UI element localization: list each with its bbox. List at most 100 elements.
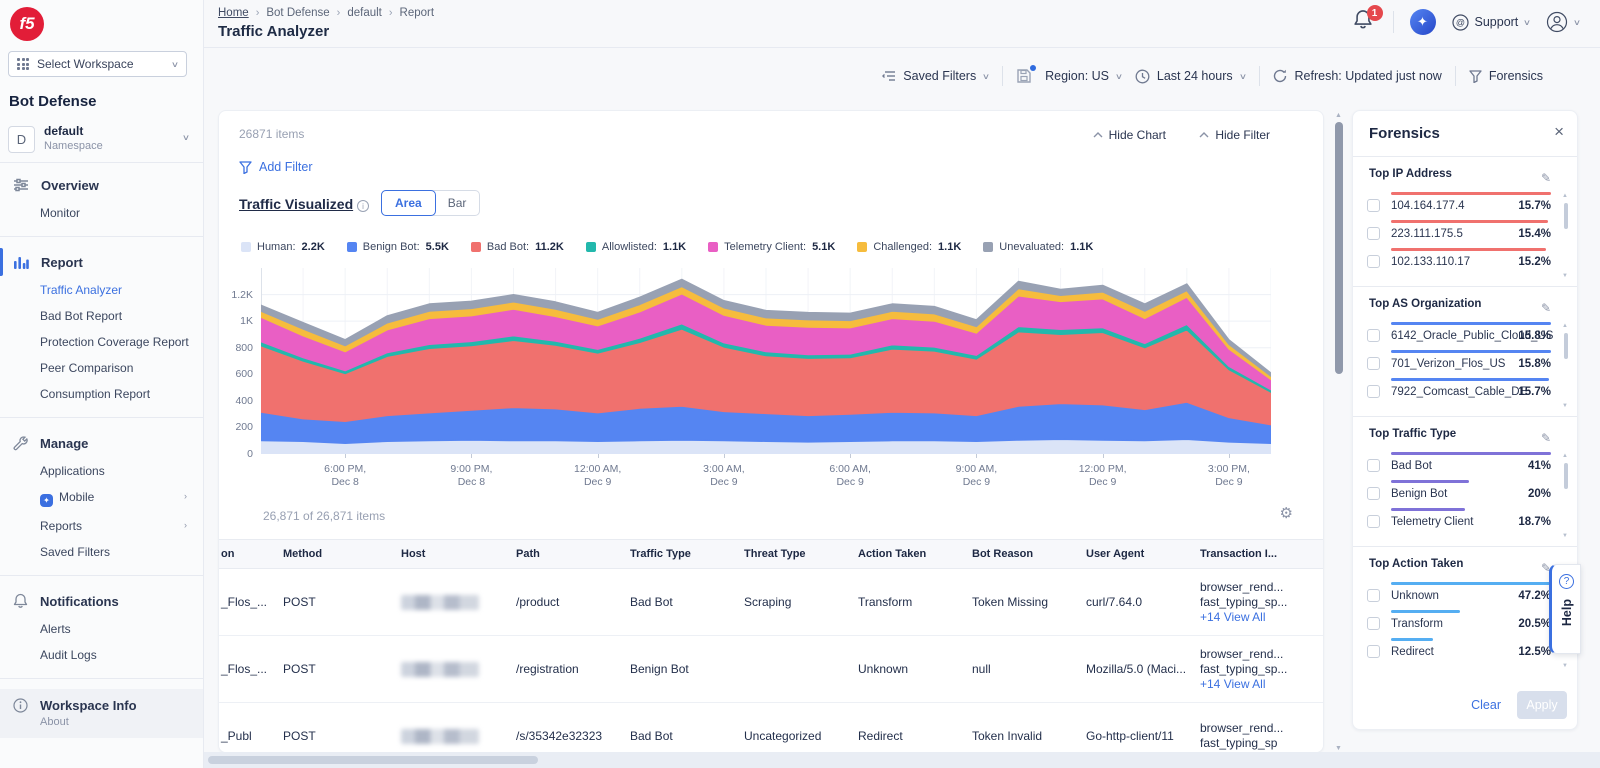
scroll-up-arrow[interactable]: ▲ [1562, 323, 1568, 329]
col-bot-reason[interactable]: Bot Reason [960, 540, 1074, 568]
scroll-up-arrow[interactable]: ▲ [1335, 112, 1342, 119]
save-filter-button[interactable] [1016, 65, 1037, 84]
sidebar-item-notifications[interactable]: Notifications [0, 586, 203, 616]
breadcrumb-home[interactable]: Home [218, 7, 249, 19]
breadcrumb-default[interactable]: default [347, 7, 382, 19]
sidebar-item-mobile[interactable]: ✦ Mobile › [0, 484, 203, 513]
section-scrollbar[interactable]: ▲▼ [1562, 453, 1570, 539]
checkbox[interactable] [1367, 255, 1380, 268]
forensics-item[interactable]: Redirect 12.5% [1353, 637, 1577, 665]
ai-assistant-button[interactable]: ✦ [1409, 9, 1436, 35]
apply-button[interactable]: Apply [1517, 691, 1567, 719]
forensics-item[interactable]: Benign Bot 20% [1353, 479, 1577, 507]
notifications-bell-button[interactable]: 1 [1353, 5, 1383, 35]
breadcrumb-bot-defense[interactable]: Bot Defense [266, 7, 329, 19]
sidebar-item-monitor[interactable]: Monitor [0, 200, 203, 226]
col-threat-type[interactable]: Threat Type [732, 540, 846, 568]
sidebar-item-reports[interactable]: Reports › [0, 513, 203, 539]
forensics-toggle-button[interactable]: Forensics [1469, 69, 1543, 83]
forensics-item[interactable]: 701_Verizon_Flos_US 15.8% [1353, 349, 1577, 377]
sidebar-item-workspace-info[interactable]: Workspace Info About [0, 689, 203, 738]
sidebar-item-saved-filters[interactable]: Saved Filters [0, 539, 203, 565]
scrollbar-thumb[interactable] [1564, 463, 1568, 489]
sidebar-item-consumption-report[interactable]: Consumption Report [0, 381, 203, 407]
view-all-link[interactable]: +14 View All [1200, 610, 1266, 625]
sidebar-item-alerts[interactable]: Alerts [0, 616, 203, 642]
scroll-up-arrow[interactable]: ▲ [1562, 193, 1568, 199]
checkbox[interactable] [1367, 199, 1380, 212]
scroll-up-arrow[interactable]: ▲ [1562, 453, 1568, 459]
col-user-agent[interactable]: User Agent [1074, 540, 1188, 568]
checkbox[interactable] [1367, 515, 1380, 528]
view-all-link[interactable]: +14 View All [1200, 677, 1266, 692]
scroll-down-arrow[interactable]: ▼ [1562, 533, 1568, 539]
forensics-item[interactable]: 104.164.177.4 15.7% [1353, 191, 1577, 219]
sidebar-item-traffic-analyzer[interactable]: Traffic Analyzer [0, 277, 203, 303]
forensics-item[interactable]: 7922_Comcast_Cable_DE 15.7% [1353, 377, 1577, 405]
sidebar-item-manage[interactable]: Manage [0, 428, 203, 458]
scrollbar-thumb[interactable] [1564, 333, 1568, 359]
sidebar-item-protection-coverage-report[interactable]: Protection Coverage Report [0, 329, 203, 355]
refresh-button[interactable]: Refresh: Updated just now [1273, 69, 1442, 83]
breadcrumb-report[interactable]: Report [400, 7, 435, 19]
forensics-item[interactable]: Bad Bot 41% [1353, 451, 1577, 479]
sidebar-item-applications[interactable]: Applications [0, 458, 203, 484]
scroll-down-arrow[interactable]: ▼ [1335, 745, 1342, 752]
col-host[interactable]: Host [389, 540, 504, 568]
scroll-down-arrow[interactable]: ▼ [1562, 403, 1568, 409]
col-path[interactable]: Path [504, 540, 618, 568]
clear-button[interactable]: Clear [1471, 698, 1501, 712]
edit-pencil-icon[interactable]: ✎ [1541, 301, 1551, 315]
checkbox[interactable] [1367, 589, 1380, 602]
sidebar-item-report[interactable]: Report [0, 247, 203, 277]
edit-pencil-icon[interactable]: ✎ [1541, 431, 1551, 445]
checkbox[interactable] [1367, 487, 1380, 500]
scroll-down-arrow[interactable]: ▼ [1562, 663, 1568, 669]
horizontal-scrollbar[interactable] [204, 752, 1600, 768]
time-range-dropdown[interactable]: Last 24 hours ∨ [1135, 69, 1247, 84]
table-settings-gear-icon[interactable]: ⚙ [1280, 504, 1293, 522]
table-row[interactable]: _Flos_... POST /product Bad Bot Scraping… [219, 569, 1323, 636]
stacked-area-chart[interactable]: 0 200 400 600 800 1K 1.2K 6:00 PM, Dec 8 9:00 PM,… [219, 111, 1323, 511]
account-menu[interactable]: ∨ [1546, 11, 1581, 33]
scrollbar-thumb[interactable] [1564, 203, 1568, 229]
close-icon[interactable]: × [1554, 122, 1564, 142]
forensics-item[interactable]: 102.133.110.17 15.2% [1353, 247, 1577, 275]
checkbox[interactable] [1367, 459, 1380, 472]
section-scrollbar[interactable]: ▲▼ [1562, 193, 1570, 279]
workspace-info-about[interactable]: About [0, 713, 203, 728]
sidebar-item-peer-comparison[interactable]: Peer Comparison [0, 355, 203, 381]
workspace-selector[interactable]: Select Workspace ∨ [8, 51, 187, 77]
col-transaction[interactable]: Transaction I... [1188, 540, 1323, 568]
col-organization-partial[interactable]: on [219, 540, 271, 568]
sidebar-item-overview[interactable]: Overview [0, 170, 203, 200]
sidebar-item-bad-bot-report[interactable]: Bad Bot Report [0, 303, 203, 329]
saved-filters-dropdown[interactable]: Saved Filters ∨ [882, 69, 990, 83]
checkbox[interactable] [1367, 617, 1380, 630]
sidebar-item-audit-logs[interactable]: Audit Logs [0, 642, 203, 668]
section-scrollbar[interactable]: ▲▼ [1562, 323, 1570, 409]
checkbox[interactable] [1367, 357, 1380, 370]
help-tab[interactable]: ? Help [1549, 564, 1581, 654]
forensics-item[interactable]: 6142_Oracle_Public_Cloud_US 15.8% [1353, 321, 1577, 349]
col-traffic-type[interactable]: Traffic Type [618, 540, 732, 568]
forensics-item[interactable]: Transform 20.5% [1353, 609, 1577, 637]
forensics-item[interactable]: 223.111.175.5 15.4% [1353, 219, 1577, 247]
scroll-down-arrow[interactable]: ▼ [1562, 273, 1568, 279]
checkbox[interactable] [1367, 227, 1380, 240]
forensics-item[interactable]: Unknown 47.2% [1353, 581, 1577, 609]
region-dropdown[interactable]: Region: US ∨ [1045, 69, 1123, 83]
checkbox[interactable] [1367, 329, 1380, 342]
edit-pencil-icon[interactable]: ✎ [1541, 171, 1551, 185]
table-row[interactable]: _Flos_... POST /registration Benign Bot … [219, 636, 1323, 703]
namespace-selector[interactable]: D default Namespace ∨ [0, 117, 203, 163]
forensics-item[interactable]: Telemetry Client 18.7% [1353, 507, 1577, 535]
table-row[interactable]: _Publ POST /s/35342e32323 Bad Bot Uncate… [219, 703, 1323, 752]
scrollbar-thumb[interactable] [1335, 122, 1343, 374]
vertical-scrollbar[interactable]: ▲ ▼ [1334, 112, 1344, 752]
col-method[interactable]: Method [271, 540, 389, 568]
support-menu[interactable]: @ Support ∨ [1451, 13, 1531, 31]
checkbox[interactable] [1367, 385, 1380, 398]
col-action-taken[interactable]: Action Taken [846, 540, 960, 568]
checkbox[interactable] [1367, 645, 1380, 658]
